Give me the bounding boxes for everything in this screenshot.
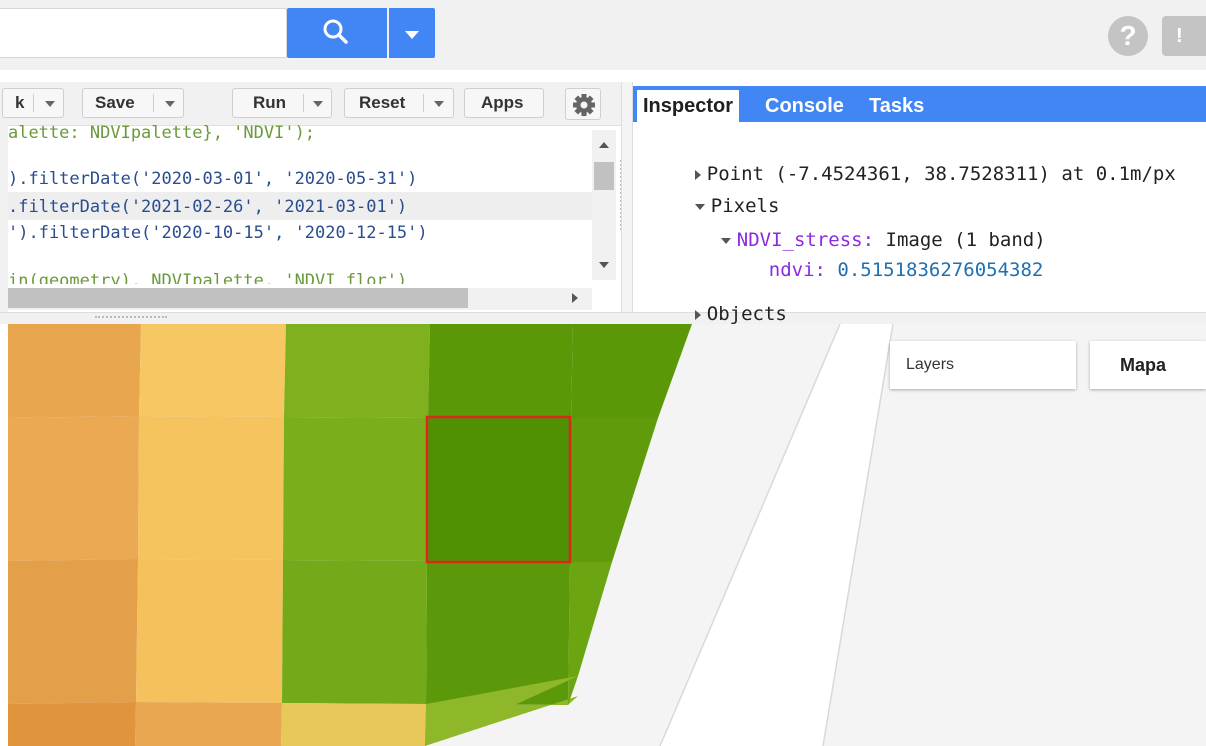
band-value: 0.5151836276054382 [837, 259, 1044, 281]
search-button[interactable] [287, 8, 387, 58]
button-separator [153, 94, 154, 112]
search-icon [323, 19, 348, 44]
save-label: Save [95, 93, 135, 112]
get-link-label: k [15, 93, 25, 112]
button-separator [303, 94, 304, 112]
raster-cell [135, 702, 282, 746]
band-row: ndvi: 0.5151836276054382 [723, 228, 1044, 281]
reset-label: Reset [359, 93, 406, 112]
raster-cell [138, 416, 284, 560]
point-row[interactable]: Point (-7.4524361, 38.7528311) at 0.1m/p… [649, 132, 1176, 185]
get-link-button[interactable]: k [2, 88, 64, 118]
run-button[interactable]: Run [232, 88, 332, 118]
code-area[interactable]: alette: NDVIpalette}, 'NDVI'); ).filterD… [8, 123, 592, 288]
dropdown-caret-icon [405, 31, 419, 39]
code-line: ).filterDate('2020-03-01', '2020-05-31') [8, 169, 418, 189]
save-button[interactable]: Save [82, 88, 184, 118]
raster-cell [428, 324, 573, 418]
button-separator [423, 94, 424, 112]
expand-icon [694, 309, 701, 320]
raster-cell [427, 418, 571, 562]
chevron-down-icon[interactable] [165, 101, 175, 107]
raster-cell [282, 560, 427, 704]
resize-grip[interactable] [95, 316, 167, 320]
chevron-down-icon[interactable] [313, 101, 323, 107]
chevron-down-icon[interactable] [45, 101, 55, 107]
code-line: ').filterDate('2020-10-15', '2020-12-15'… [8, 223, 428, 243]
chevron-up-icon[interactable] [592, 130, 616, 280]
raster-cell [8, 559, 138, 704]
tab-tasks[interactable]: Tasks [863, 90, 930, 122]
map-type-button[interactable]: Mapa [1090, 341, 1206, 389]
gear-icon [573, 94, 595, 116]
layer-row[interactable]: NDVI_stress: Image (1 band) [675, 198, 1046, 251]
editor-vertical-scrollbar[interactable] [592, 130, 616, 280]
inspector-panel: Point (-7.4524361, 38.7528311) at 0.1m/p… [633, 122, 1206, 325]
reset-button[interactable]: Reset [344, 88, 454, 118]
code-line: in(geometry), NDVIpalette, 'NDVI_flor') [8, 271, 408, 284]
run-label: Run [253, 93, 287, 112]
raster-cell [139, 324, 286, 417]
panel-divider-vertical[interactable] [621, 82, 633, 314]
right-panel-tabs: Inspector Console Tasks [633, 86, 1206, 122]
button-separator [33, 94, 34, 112]
objects-row[interactable]: Objects [649, 272, 787, 325]
editor-scroll-thumb[interactable] [594, 162, 614, 190]
code-line: alette: NDVIpalette}, 'NDVI'); [8, 123, 316, 143]
raster-cell [136, 559, 283, 703]
apps-button[interactable]: Apps [464, 88, 544, 118]
panel-divider-horizontal[interactable] [0, 312, 1206, 324]
pixels-row[interactable]: Pixels [649, 164, 779, 217]
code-line: .filterDate('2021-02-26', '2021-03-01') [8, 197, 408, 217]
settings-button[interactable] [565, 88, 601, 120]
layers-button[interactable]: Layers [890, 341, 1076, 389]
apps-label: Apps [481, 93, 524, 112]
objects-label: Objects [706, 303, 787, 325]
raster-cell [8, 416, 139, 561]
raster-cell [283, 417, 428, 561]
chevron-down-icon[interactable] [434, 101, 444, 107]
search-options-button[interactable] [389, 8, 435, 58]
raster-cell [284, 324, 430, 418]
raster-cell [281, 703, 426, 746]
tab-console[interactable]: Console [759, 90, 850, 122]
feedback-icon[interactable]: ! [1162, 16, 1206, 56]
help-icon[interactable]: ? [1108, 16, 1148, 56]
tab-inspector[interactable]: Inspector [637, 90, 740, 122]
editor-hscroll-thumb[interactable] [8, 288, 468, 308]
raster-cell [8, 702, 136, 746]
raster-cell [8, 324, 141, 418]
search-input[interactable] [0, 8, 287, 58]
